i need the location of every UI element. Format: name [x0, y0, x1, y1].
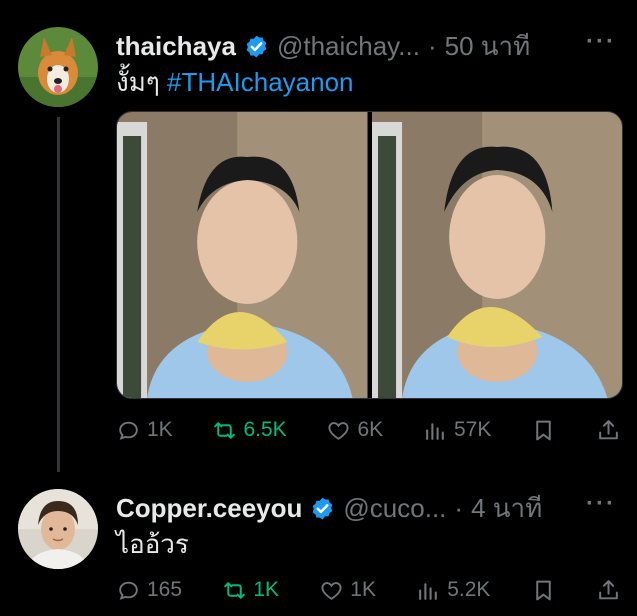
bookmark-button[interactable] — [531, 578, 556, 603]
views-icon — [419, 582, 438, 600]
reply-button[interactable]: 1K — [116, 418, 173, 443]
tweet-photo-2[interactable] — [371, 112, 622, 398]
author-avatar[interactable] — [18, 27, 98, 107]
tweet-photo-1[interactable] — [117, 112, 368, 398]
bookmark-button[interactable] — [531, 418, 556, 443]
reply-count: 165 — [147, 578, 183, 601]
share-button[interactable] — [596, 578, 621, 603]
reply-author-avatar[interactable] — [18, 489, 98, 569]
views-count: 57K — [453, 418, 492, 441]
tweet-text-body: งั้มๆ — [116, 67, 160, 97]
retweet-count: 1K — [253, 578, 279, 601]
reply-timestamp[interactable]: 4 นาที — [471, 488, 542, 529]
tweet-timestamp[interactable]: 50 นาที — [445, 26, 531, 67]
reply-author-display-name[interactable]: Copper.ceeyou — [116, 493, 302, 524]
like-icon — [328, 421, 350, 440]
reply-header: Copper.ceeyou @cuco... · 4 นาที — [116, 488, 542, 529]
tweet-text: งั้มๆ #THAIchayanon — [116, 62, 354, 103]
share-button[interactable] — [596, 418, 621, 443]
author-handle[interactable]: @thaichay... — [277, 31, 420, 62]
reply-author-handle[interactable]: @cuco... — [343, 493, 446, 524]
author-display-name[interactable]: thaichaya — [116, 31, 236, 62]
tweet-header: thaichaya @thaichay... · 50 นาที — [116, 26, 530, 67]
views-button[interactable]: 57K — [423, 418, 491, 443]
views-count: 5.2K — [447, 578, 491, 601]
share-icon — [599, 579, 618, 599]
like-button[interactable]: 6K — [326, 418, 383, 443]
bookmark-icon — [536, 420, 551, 440]
retweet-count: 6.5K — [243, 418, 287, 441]
reply-icon — [119, 421, 138, 440]
thread-connector-line — [57, 117, 60, 472]
hashtag-link[interactable]: #THAIchayanon — [167, 67, 353, 97]
tweet-media-grid — [116, 111, 623, 399]
views-icon — [426, 422, 444, 440]
separator: · — [427, 31, 437, 61]
reply-count: 1K — [147, 418, 173, 441]
views-button[interactable]: 5.2K — [416, 578, 490, 603]
retweet-button[interactable]: 6.5K — [212, 418, 287, 443]
separator: · — [454, 493, 464, 523]
bookmark-icon — [535, 580, 551, 600]
reply-button[interactable]: 165 — [116, 578, 182, 603]
reply-action-bar: 165 1K 1K 5.2K — [116, 574, 621, 606]
more-options-icon[interactable]: ··· — [586, 28, 616, 56]
retweet-icon — [214, 421, 236, 439]
like-count: 1K — [350, 578, 376, 601]
reply-more-options-icon[interactable]: ··· — [586, 490, 616, 518]
like-button[interactable]: 1K — [319, 578, 376, 603]
share-icon — [599, 419, 618, 439]
verified-badge-icon[interactable] — [310, 496, 335, 521]
verified-badge-icon[interactable] — [244, 34, 269, 59]
reply-icon — [119, 581, 138, 600]
tweet-action-bar: 1K 6.5K 6K 57K — [116, 414, 621, 446]
reply-text: ไออ้วร — [116, 529, 189, 559]
retweet-icon — [224, 581, 246, 599]
like-count: 6K — [357, 418, 384, 441]
retweet-button[interactable]: 1K — [222, 578, 279, 603]
like-icon — [321, 581, 342, 600]
